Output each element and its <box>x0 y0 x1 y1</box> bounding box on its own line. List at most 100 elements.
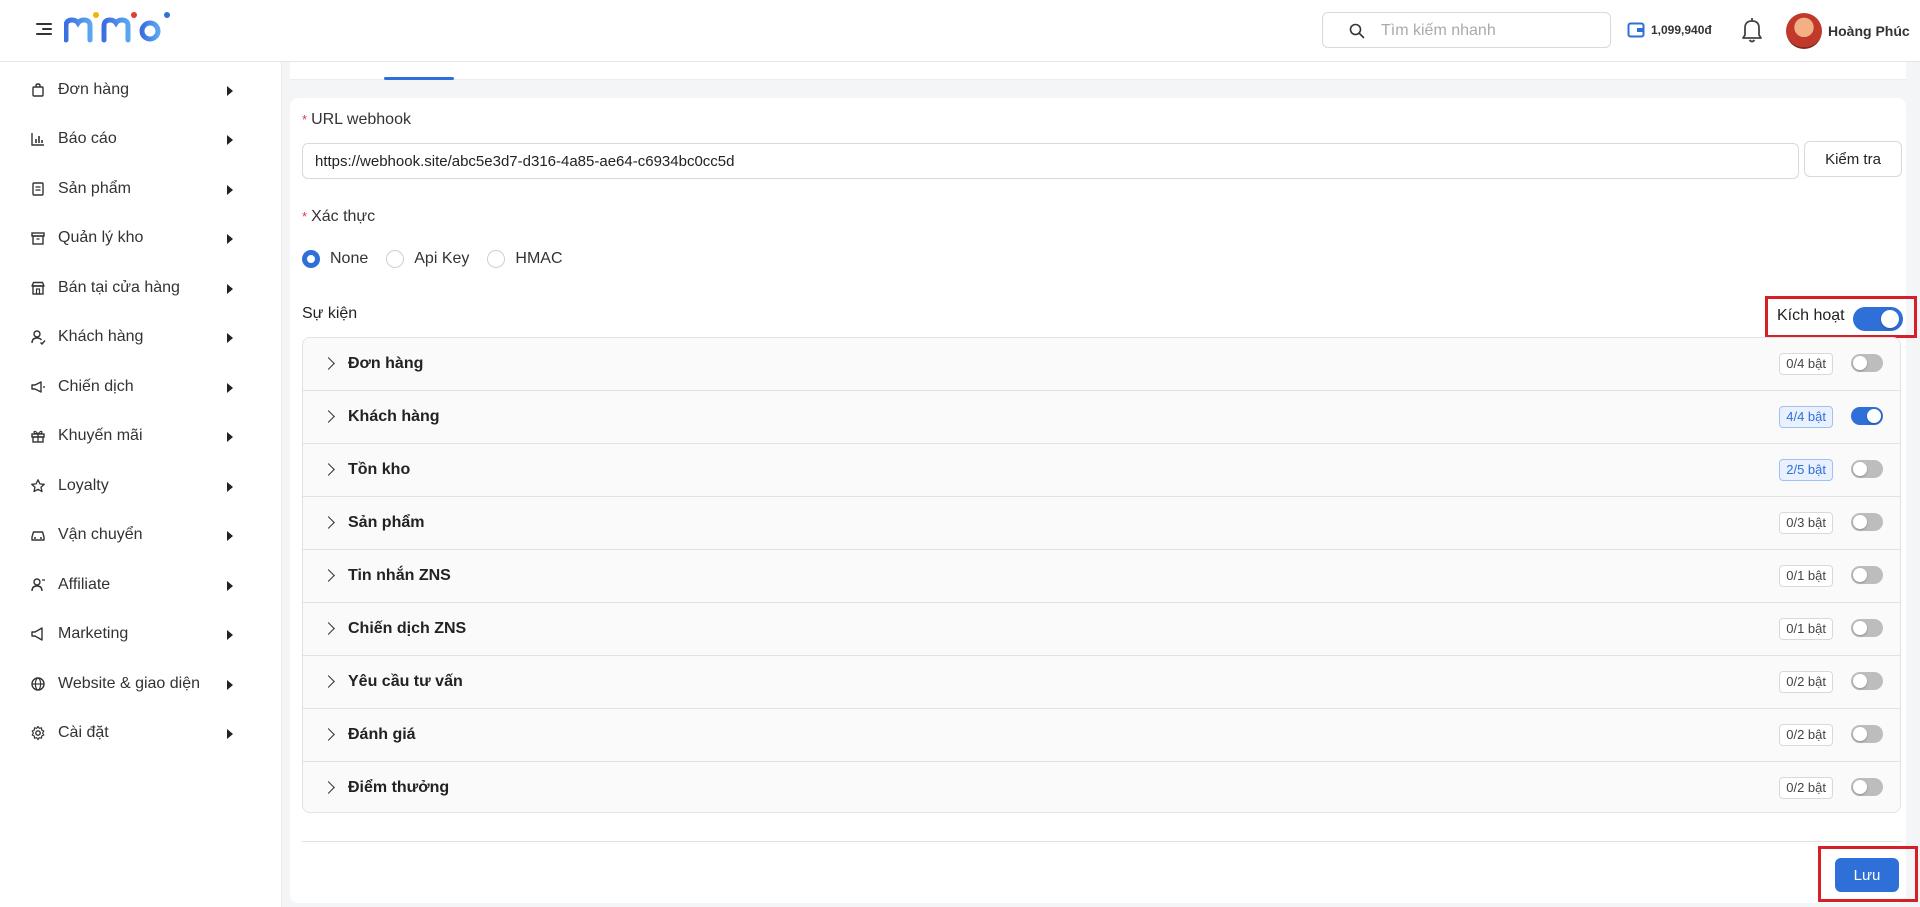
affiliate-icon <box>31 578 45 592</box>
sidebar-item-products[interactable]: Sản phẩm <box>0 169 282 209</box>
brand-logo[interactable] <box>64 10 184 50</box>
sidebar-item-campaigns[interactable]: Chiến dịch <box>0 367 282 407</box>
radio-button-checked[interactable] <box>302 250 320 268</box>
sidebar-item-label: Bán tại cửa hàng <box>58 279 180 296</box>
shopping-bag-icon <box>32 83 44 97</box>
caret-right-icon <box>227 482 233 492</box>
notification-bell-icon[interactable] <box>1740 16 1764 44</box>
event-row-products[interactable]: Sản phẩm 0/3 bật <box>303 497 1900 550</box>
check-url-button[interactable]: Kiểm tra <box>1804 141 1902 177</box>
event-label: Tin nhắn ZNS <box>348 567 451 584</box>
auth-option-hmac[interactable]: HMAC <box>487 250 563 268</box>
sidebar-item-label: Affiliate <box>58 576 111 593</box>
event-count-badge: 4/4 bật <box>1779 406 1833 428</box>
event-count-badge: 0/1 bật <box>1779 618 1833 640</box>
footer-divider <box>302 841 1901 842</box>
sidebar-item-website[interactable]: Website & giao diện <box>0 664 282 704</box>
chevron-right-icon[interactable] <box>322 410 335 423</box>
url-webhook-label: * URL webhook <box>302 111 411 128</box>
switch-knob <box>1853 727 1867 741</box>
event-row-reward-points[interactable]: Điểm thưởng 0/2 bật <box>303 762 1900 812</box>
radio-button[interactable] <box>386 250 405 268</box>
wallet-balance[interactable]: 1,099,940đ <box>1627 20 1712 40</box>
store-icon <box>31 281 45 295</box>
chevron-right-icon[interactable] <box>322 463 335 476</box>
sidebar-item-pos[interactable]: Bán tại cửa hàng <box>0 268 282 308</box>
sidebar-item-orders[interactable]: Đơn hàng <box>0 70 282 110</box>
caret-right-icon <box>227 86 233 96</box>
warehouse-box-icon <box>31 232 45 245</box>
caret-right-icon <box>227 234 233 244</box>
switch-knob <box>1853 621 1867 635</box>
search-input[interactable] <box>1381 19 1601 43</box>
sidebar-item-label: Sản phẩm <box>58 180 131 197</box>
menu-toggle-icon[interactable] <box>36 22 52 36</box>
sidebar-item-label: Loyalty <box>58 477 109 494</box>
megaphone-icon <box>31 381 45 393</box>
auth-option-api-key[interactable]: Api Key <box>386 250 469 268</box>
quick-search[interactable] <box>1322 12 1611 48</box>
wallet-amount: 1,099,940đ <box>1651 23 1712 37</box>
event-switch[interactable] <box>1851 619 1883 637</box>
caret-right-icon <box>227 729 233 739</box>
avatar <box>1786 13 1822 49</box>
event-row-reviews[interactable]: Đánh giá 0/2 bật <box>303 709 1900 762</box>
bar-chart-icon <box>31 133 44 146</box>
event-row-customers[interactable]: Khách hàng 4/4 bật <box>303 391 1900 444</box>
chevron-right-icon[interactable] <box>322 675 335 688</box>
chevron-right-icon[interactable] <box>322 728 335 741</box>
event-row-zns-campaigns[interactable]: Chiến dịch ZNS 0/1 bật <box>303 603 1900 656</box>
sidebar-item-shipping[interactable]: Vận chuyển <box>0 515 282 555</box>
event-row-orders[interactable]: Đơn hàng 0/4 bật <box>303 338 1900 391</box>
event-switch[interactable] <box>1851 778 1883 796</box>
event-row-inventory[interactable]: Tồn kho 2/5 bật <box>303 444 1900 497</box>
gift-icon <box>31 430 45 443</box>
event-switch[interactable] <box>1851 460 1883 478</box>
events-list: Đơn hàng 0/4 bật Khách hàng 4/4 bật Tồn … <box>302 337 1901 813</box>
switch-knob <box>1853 462 1867 476</box>
event-switch[interactable] <box>1851 513 1883 531</box>
chevron-right-icon[interactable] <box>322 569 335 582</box>
event-row-zns-messages[interactable]: Tin nhắn ZNS 0/1 bật <box>303 550 1900 603</box>
chevron-right-icon[interactable] <box>322 781 335 794</box>
sidebar-item-affiliate[interactable]: Affiliate <box>0 565 282 605</box>
sidebar-item-customers[interactable]: Khách hàng <box>0 317 282 357</box>
event-row-consult-requests[interactable]: Yêu cầu tư vấn 0/2 bật <box>303 656 1900 709</box>
caret-right-icon <box>227 581 233 591</box>
save-button-highlight: Lưu <box>1818 846 1918 902</box>
event-switch[interactable] <box>1851 725 1883 743</box>
chevron-right-icon[interactable] <box>322 622 335 635</box>
auth-option-none[interactable]: None <box>302 250 368 268</box>
event-switch[interactable] <box>1851 566 1883 584</box>
switch-knob <box>1853 515 1867 529</box>
save-button[interactable]: Lưu <box>1835 858 1899 892</box>
sidebar-item-loyalty[interactable]: Loyalty <box>0 466 282 506</box>
radio-button[interactable] <box>487 250 506 268</box>
chevron-right-icon[interactable] <box>322 516 335 529</box>
auth-radio-group: None Api Key HMAC <box>302 247 581 271</box>
sidebar-item-settings[interactable]: Cài đặt <box>0 713 282 753</box>
event-switch[interactable] <box>1851 672 1883 690</box>
event-count-badge: 0/4 bật <box>1779 353 1833 375</box>
sidebar-item-warehouse[interactable]: Quản lý kho <box>0 218 282 258</box>
activate-label: Kích hoạt <box>1777 307 1845 324</box>
globe-icon <box>31 677 45 691</box>
event-switch[interactable] <box>1851 407 1883 425</box>
sidebar-item-promotions[interactable]: Khuyến mãi <box>0 416 282 456</box>
sidebar-item-label: Cài đặt <box>58 724 109 741</box>
sidebar-item-label: Vận chuyển <box>58 526 143 543</box>
url-webhook-input[interactable] <box>302 143 1799 179</box>
event-switch[interactable] <box>1851 354 1883 372</box>
chevron-right-icon[interactable] <box>322 357 335 370</box>
event-label: Đơn hàng <box>348 355 424 372</box>
activate-toggle-highlight: Kích hoạt <box>1765 296 1917 338</box>
event-label: Khách hàng <box>348 408 440 425</box>
caret-right-icon <box>227 333 233 343</box>
user-menu[interactable]: Hoàng Phúc <box>1786 13 1910 49</box>
top-header: 1,099,940đ Hoàng Phúc <box>0 0 1920 62</box>
event-label: Điểm thưởng <box>348 779 450 796</box>
activate-switch[interactable] <box>1853 307 1903 331</box>
event-label: Yêu cầu tư vấn <box>348 673 463 690</box>
sidebar-item-reports[interactable]: Báo cáo <box>0 119 282 159</box>
sidebar-item-marketing[interactable]: Marketing <box>0 614 282 654</box>
